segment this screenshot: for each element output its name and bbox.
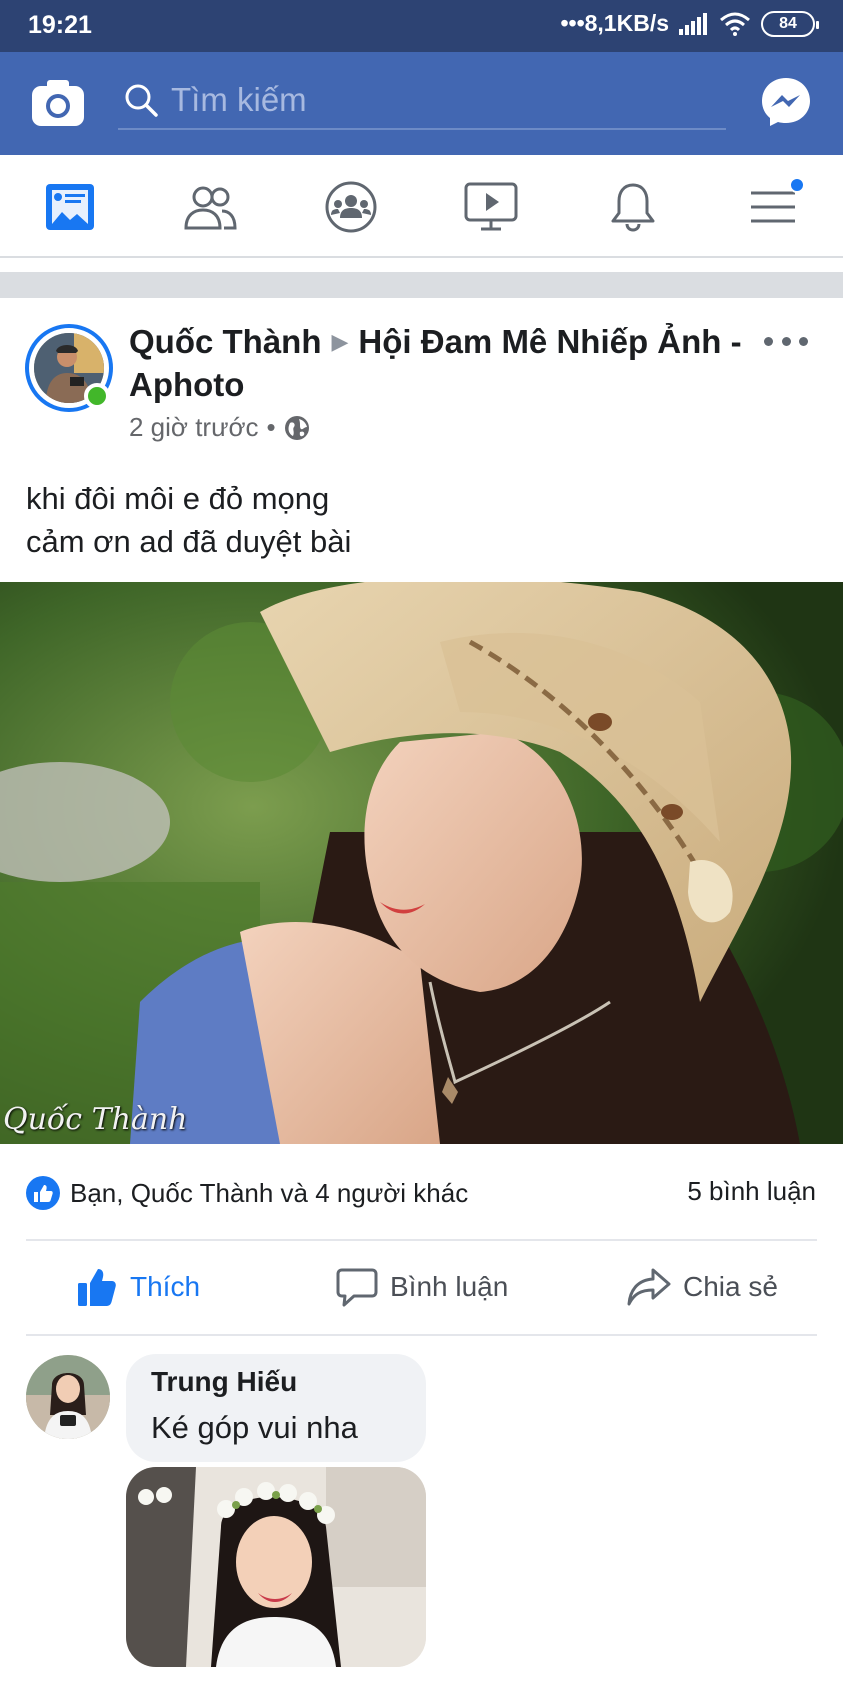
commenter-avatar[interactable] xyxy=(26,1355,110,1439)
more-dot-icon xyxy=(781,336,791,346)
battery-indicator: 84 xyxy=(761,10,819,37)
app-bar: Tìm kiếm xyxy=(0,52,843,155)
comment-photo[interactable] xyxy=(126,1467,426,1667)
thumbs-up-icon xyxy=(78,1269,116,1306)
comment-label: Bình luận xyxy=(390,1271,509,1302)
status-time: 19:21 xyxy=(28,11,92,39)
signal-icon xyxy=(679,12,707,35)
more-dot-icon xyxy=(764,336,773,346)
post-text-line: cảm ơn ad đã duyệt bài xyxy=(26,524,352,559)
post-timestamp[interactable]: 2 giờ trước xyxy=(129,412,259,443)
triangle-right-icon: ▶ xyxy=(331,329,349,354)
search-placeholder: Tìm kiếm xyxy=(171,81,307,118)
post-photo[interactable]: Quốc Thành xyxy=(0,582,843,1144)
groups-icon xyxy=(325,181,377,233)
post-text-line: khi đôi môi e đỏ mọng xyxy=(26,481,330,516)
online-status-dot xyxy=(84,383,110,409)
like-button[interactable]: Thích xyxy=(76,1262,200,1312)
more-dot-icon xyxy=(799,336,808,346)
tab-notifications[interactable] xyxy=(603,179,663,235)
comment-icon xyxy=(336,1268,378,1307)
post-title: Quốc Thành ▶ Hội Đam Mê Nhiếp Ảnh - Aphoto xyxy=(129,320,749,406)
post-author-name[interactable]: Quốc Thành xyxy=(129,323,322,360)
post-text: khi đôi môi e đỏ mọng cảm ơn ad đã duyệt… xyxy=(26,477,351,563)
news-feed-icon xyxy=(46,184,94,230)
post-meta: 2 giờ trước • xyxy=(129,412,310,443)
globe-icon xyxy=(284,415,309,440)
commenter-photo-image xyxy=(26,1355,110,1439)
feed-divider xyxy=(0,272,843,298)
wifi-icon xyxy=(720,12,750,36)
reactions-summary[interactable]: Bạn, Quốc Thành và 4 người khác xyxy=(26,1176,468,1210)
watch-icon xyxy=(464,182,518,231)
comment-photo-image xyxy=(126,1467,426,1667)
divider xyxy=(26,1334,817,1336)
tab-friends[interactable] xyxy=(180,179,240,235)
post-photo-image xyxy=(0,582,843,1144)
tab-menu[interactable] xyxy=(743,177,805,235)
search-icon xyxy=(125,84,158,117)
menu-icon xyxy=(751,191,795,223)
meta-separator: • xyxy=(266,412,276,442)
comment-button[interactable]: Bình luận xyxy=(336,1262,508,1312)
like-label: Thích xyxy=(130,1271,201,1302)
nav-tabs xyxy=(0,155,843,258)
commenter-name[interactable]: Trung Hiếu xyxy=(151,1366,297,1398)
status-right-group: •••8,1KB/s 84 xyxy=(560,10,819,37)
share-icon xyxy=(627,1268,671,1306)
tab-watch[interactable] xyxy=(461,179,521,235)
bell-icon xyxy=(611,183,655,232)
share-button[interactable]: Chia sẻ xyxy=(627,1262,778,1312)
tab-groups[interactable] xyxy=(321,179,381,235)
camera-icon[interactable] xyxy=(31,78,85,128)
share-label: Chia sẻ xyxy=(683,1271,778,1302)
status-bar: 19:21 •••8,1KB/s 84 xyxy=(0,0,843,52)
like-reaction-icon xyxy=(26,1176,60,1210)
messenger-icon[interactable] xyxy=(760,76,812,128)
friends-icon xyxy=(184,186,237,230)
search-input[interactable]: Tìm kiếm xyxy=(118,72,726,130)
comment-text: Ké góp vui nha xyxy=(151,1410,358,1445)
tab-news-feed[interactable] xyxy=(40,179,100,235)
network-speed: •••8,1KB/s xyxy=(560,10,669,36)
comments-count[interactable]: 5 bình luận xyxy=(687,1176,816,1207)
notification-dot xyxy=(789,177,805,193)
reactions-text: Bạn, Quốc Thành và 4 người khác xyxy=(70,1177,469,1208)
post-options-button[interactable] xyxy=(764,328,808,354)
divider xyxy=(26,1239,817,1241)
photo-watermark: Quốc Thành xyxy=(3,1102,188,1137)
